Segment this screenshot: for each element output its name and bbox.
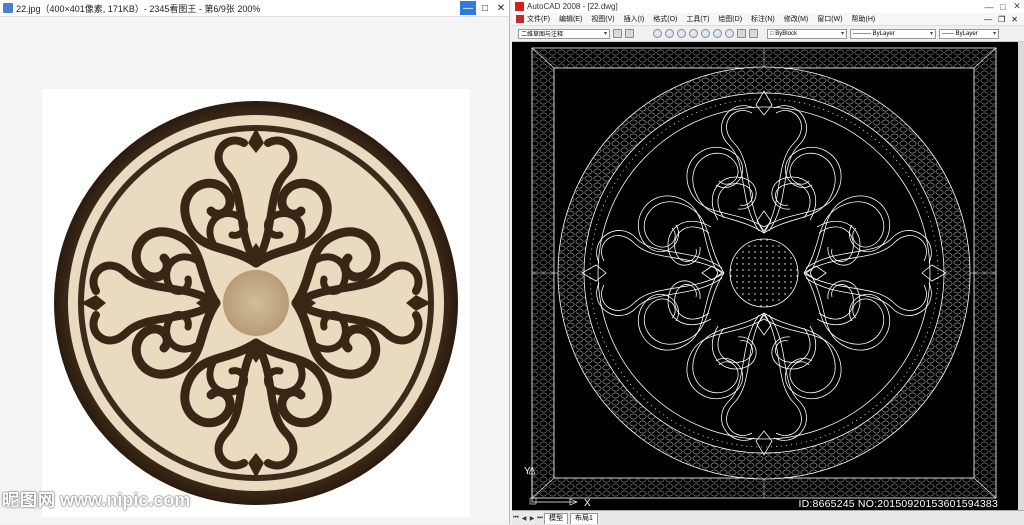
watermark-cn: 昵图网 <box>2 491 56 510</box>
acad-minimize-button[interactable]: — <box>982 2 996 12</box>
medallion-image <box>54 101 458 505</box>
doc-close-button[interactable]: ✕ <box>1011 15 1018 24</box>
tab-model[interactable]: 模型 <box>544 512 568 524</box>
autocad-title: AutoCAD 2008 - [22.dwg] <box>527 2 618 11</box>
layout-tabs-bar: ⏮ ◀ ▶ ⏭ 模型 布局1 <box>512 510 1024 525</box>
workspace-combo[interactable]: 二维草图与注释 ▾ <box>518 28 610 39</box>
menu-item-6[interactable]: 绘图(D) <box>718 14 742 24</box>
ucs-y-label: Y <box>524 466 531 477</box>
tab-first-icon[interactable]: ⏮ <box>512 515 520 522</box>
menu-item-1[interactable]: 编辑(E) <box>559 14 582 24</box>
menu-item-4[interactable]: 格式(O) <box>653 14 677 24</box>
minimize-button[interactable]: — <box>460 1 476 15</box>
workspace-save-icon[interactable] <box>625 29 634 38</box>
zoom-out-icon[interactable] <box>725 29 734 38</box>
layer-icon[interactable] <box>737 29 746 38</box>
zoom-in-icon[interactable] <box>713 29 722 38</box>
zoom-window-icon[interactable] <box>665 29 674 38</box>
autocad-window: AutoCAD 2008 - [22.dwg] — □ ✕ 文件(F) 编辑(E)… <box>512 0 1024 525</box>
linetype-combo[interactable]: ——— ByLayer ▾ <box>850 28 936 39</box>
nipic-watermark: 昵图网 www.nipic.com <box>2 486 190 511</box>
doc-minimize-button[interactable]: — <box>984 15 992 24</box>
ucs-x-label: X <box>584 498 591 509</box>
drawing-doc-icon[interactable] <box>516 15 524 23</box>
workspace-settings-icon[interactable] <box>613 29 622 38</box>
image-viewer-window: 22.jpg（400×401像素, 171KB）- 2345看图王 - 第6/9… <box>0 0 510 524</box>
watermark-url: www.nipic.com <box>60 490 191 510</box>
menu-item-7[interactable]: 标注(N) <box>751 14 775 24</box>
acad-maximize-button[interactable]: □ <box>996 2 1010 12</box>
layer-state-icon[interactable] <box>749 29 758 38</box>
drawing-canvas[interactable]: Y X ID:8665245 NO:20150920153601594383 <box>512 42 1018 510</box>
marble-medallion-photo <box>42 89 470 517</box>
cad-drawing <box>531 47 997 499</box>
viewer-title-bar[interactable]: 22.jpg（400×401像素, 171KB）- 2345看图王 - 第6/9… <box>0 0 509 17</box>
tab-last-icon[interactable]: ⏭ <box>536 515 544 522</box>
zoom-extents-icon[interactable] <box>689 29 698 38</box>
zoom-realtime-icon[interactable] <box>653 29 662 38</box>
menu-item-0[interactable]: 文件(F) <box>527 14 550 24</box>
tab-prev-icon[interactable]: ◀ <box>520 515 528 522</box>
autocad-toolbar: 二维草图与注释 ▾ □ ByBlock ▾ ——— ByLayer ▾ —— ByLa… <box>512 26 1024 42</box>
color-combo[interactable]: □ ByBlock ▾ <box>767 28 847 39</box>
menu-item-8[interactable]: 修改(M) <box>784 14 809 24</box>
acad-close-button[interactable]: ✕ <box>1010 1 1024 12</box>
lineweight-combo[interactable]: —— ByLayer ▾ <box>939 28 999 39</box>
ucs-icon: Y X <box>524 466 591 509</box>
tab-next-icon[interactable]: ▶ <box>528 515 536 522</box>
menu-item-9[interactable]: 窗口(W) <box>817 14 842 24</box>
vertical-scrollbar[interactable] <box>1018 42 1024 510</box>
menu-item-5[interactable]: 工具(T) <box>686 14 709 24</box>
menu-item-3[interactable]: 插入(I) <box>624 14 645 24</box>
menu-item-2[interactable]: 视图(V) <box>591 14 614 24</box>
nipic-id-text: ID:8665245 NO:20150920153601594383 <box>798 498 998 510</box>
close-button[interactable]: ✕ <box>493 1 509 15</box>
zoom-previous-icon[interactable] <box>677 29 686 38</box>
zoom-all-icon[interactable] <box>701 29 710 38</box>
autocad-title-bar[interactable]: AutoCAD 2008 - [22.dwg] — □ ✕ <box>512 0 1024 13</box>
autocad-app-icon <box>515 2 524 11</box>
autocad-menu-bar: 文件(F) 编辑(E) 视图(V) 插入(I) 格式(O) 工具(T) 绘图(D) 标注(N)… <box>512 13 1024 26</box>
viewer-title: 22.jpg（400×401像素, 171KB）- 2345看图王 - 第6/9… <box>16 3 261 14</box>
menu-item-10[interactable]: 帮助(H) <box>852 14 876 24</box>
doc-restore-button[interactable]: ❐ <box>998 15 1005 24</box>
maximize-button[interactable]: □ <box>477 1 493 15</box>
image-app-icon <box>3 3 13 13</box>
tab-layout1[interactable]: 布局1 <box>570 512 598 524</box>
viewer-canvas[interactable] <box>0 17 509 524</box>
document-controls: — ❐ ✕ <box>984 15 1018 24</box>
